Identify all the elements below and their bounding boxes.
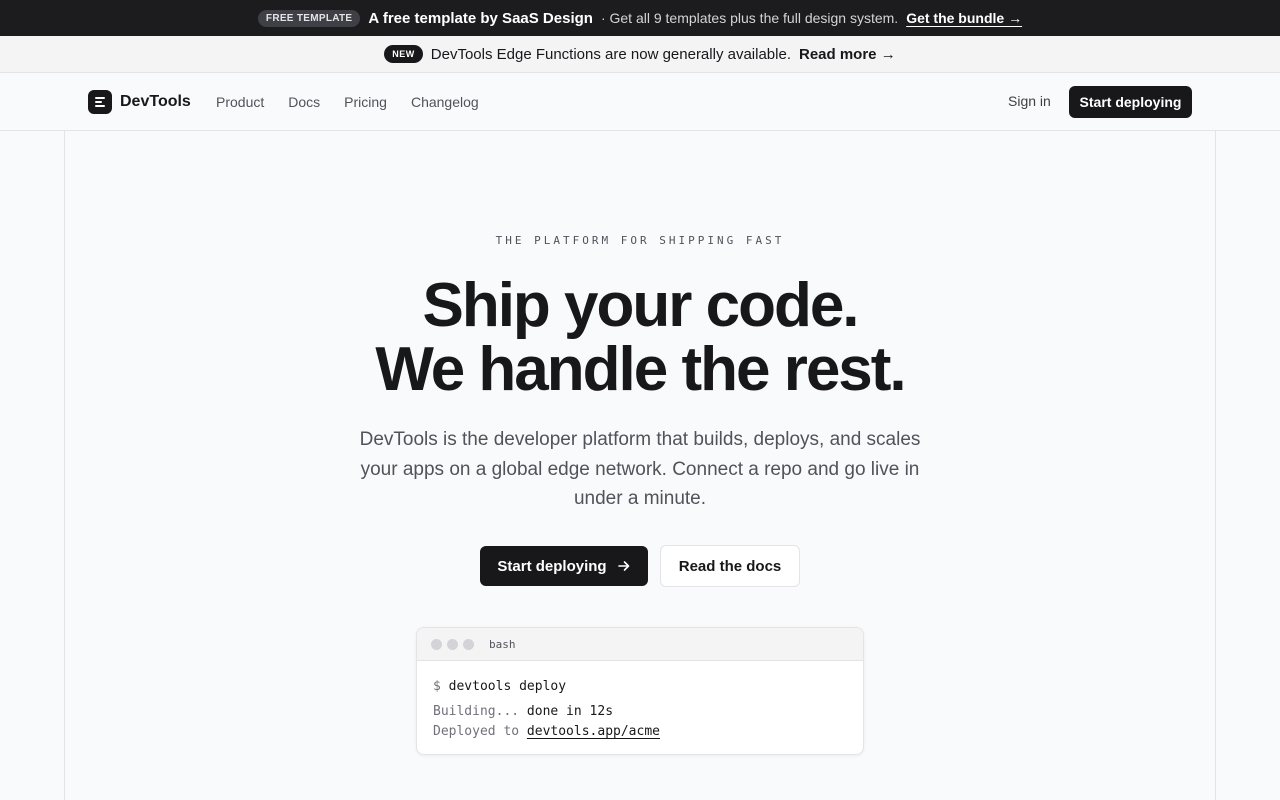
window-dot-icon (447, 638, 458, 650)
read-the-docs-button[interactable]: Read the docs (660, 545, 800, 587)
terminal-command: devtools deploy (448, 679, 567, 694)
window-dot-icon (463, 638, 474, 650)
frame-divider-left (64, 131, 65, 800)
nav-link-pricing[interactable]: Pricing (344, 94, 387, 110)
announcement-text: DevTools Edge Functions are now generall… (430, 45, 791, 63)
window-dot-icon (431, 638, 442, 650)
announcement-bar: NEW DevTools Edge Functions are now gene… (0, 36, 1280, 73)
navbar: DevTools Product Docs Pricing Changelog … (0, 73, 1280, 131)
nav-link-docs[interactable]: Docs (288, 94, 320, 110)
logo[interactable]: DevTools (88, 90, 191, 114)
logo-text: DevTools (120, 93, 191, 110)
nav-link-changelog[interactable]: Changelog (411, 94, 479, 110)
terminal-body: $ devtools deploy Building... done in 12… (417, 661, 863, 742)
free-template-badge: FREE TEMPLATE (257, 9, 361, 27)
new-badge: NEW (384, 45, 423, 63)
read-more-link[interactable]: Read more → (799, 46, 896, 63)
get-bundle-link[interactable]: Get the bundle → (906, 10, 1022, 26)
nav-start-deploying-button[interactable]: Start deploying (1069, 86, 1192, 118)
headline-line-1: Ship your code. (422, 271, 859, 340)
terminal-deploy-line: Deployed to devtools.app/acme (433, 722, 847, 742)
headline-line-2: We handle the rest. (375, 335, 906, 404)
promo-bar: FREE TEMPLATE A free template by SaaS De… (0, 0, 1280, 36)
promo-title: A free template by SaaS Design (368, 9, 593, 27)
terminal-title: bash (489, 637, 516, 651)
terminal-build-line: Building... done in 12s (433, 702, 847, 722)
deploy-label: Deployed to (433, 724, 520, 739)
promo-text: · Get all 9 templates plus the full desi… (600, 10, 899, 26)
terminal-window: bash $ devtools deploy Building... done … (416, 627, 864, 755)
terminal-prompt: $ (433, 679, 441, 694)
build-value: done in 12s (526, 704, 614, 719)
hero-eyebrow: THE PLATFORM FOR SHIPPING FAST (495, 234, 785, 247)
terminal-header: bash (417, 628, 863, 661)
arrow-right-icon (617, 561, 629, 571)
start-deploying-label: Start deploying (497, 557, 607, 575)
nav-links: Product Docs Pricing Changelog (216, 73, 479, 131)
sign-in-link[interactable]: Sign in (1008, 93, 1051, 109)
frame-divider-right (1215, 131, 1216, 800)
build-label: Building... (433, 704, 520, 719)
devtools-logo-icon (88, 90, 112, 114)
hero-subhead: DevTools is the developer platform that … (359, 429, 921, 509)
deployed-url-link[interactable]: devtools.app/acme (527, 724, 660, 739)
terminal-command-line: $ devtools deploy (433, 677, 847, 697)
nav-link-product[interactable]: Product (216, 94, 264, 110)
start-deploying-button[interactable]: Start deploying (480, 546, 648, 586)
hero-headline: Ship your code. We handle the rest. (0, 274, 1280, 402)
